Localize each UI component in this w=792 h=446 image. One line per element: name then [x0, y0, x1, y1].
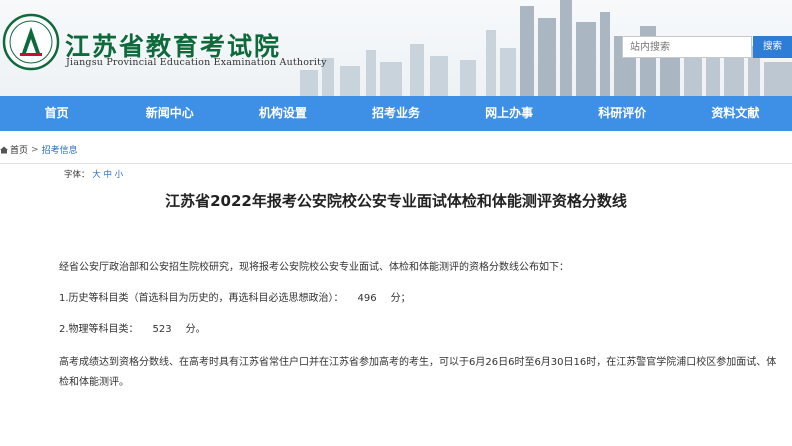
font-size-controls: 字体： 大 中 小 [64, 168, 123, 180]
home-icon [0, 146, 8, 153]
article-title: 江苏省2022年报考公安院校公安专业面试体检和体能测评资格分数线 [165, 192, 627, 210]
history-category-label: 1.历史等科目类（首选科目为历史的，再选科目必选思想政治）： [59, 293, 344, 304]
content-divider [0, 163, 792, 164]
article-intro: 经省公安厅政治部和公安招生院校研究，现将报考公安院校公安专业面试、体检和体能测评… [59, 262, 569, 273]
search-input[interactable] [622, 36, 752, 58]
authority-logo-icon [2, 13, 60, 71]
nav-item-admissions[interactable]: 招考业务 [339, 96, 452, 131]
physics-category-label: 2.物理等科目类： [59, 324, 139, 335]
history-score-unit: 分； [390, 293, 411, 304]
physics-score-unit: 分。 [185, 324, 206, 335]
nav-item-online-services[interactable]: 网上办事 [453, 96, 566, 131]
score-line-history: 1.历史等科目类（首选科目为历史的，再选科目必选思想政治）： 496 分； [59, 289, 411, 309]
main-nav: 首页 新闻中心 机构设置 招考业务 网上办事 科研评价 资料文献 [0, 96, 792, 131]
font-size-medium-link[interactable]: 中 [103, 170, 112, 180]
site-header: 江苏省教育考试院 Jiangsu Provincial Education Ex… [0, 0, 792, 96]
nav-item-organization[interactable]: 机构设置 [226, 96, 339, 131]
breadcrumb-home-link[interactable]: 首页 [10, 143, 28, 156]
breadcrumb: 首页 > 招考信息 [0, 143, 78, 156]
breadcrumb-separator: > [31, 144, 39, 155]
nav-item-documents[interactable]: 资料文献 [679, 96, 792, 131]
font-size-large-link[interactable]: 大 [92, 170, 101, 180]
nav-item-news[interactable]: 新闻中心 [113, 96, 226, 131]
history-score-value: 496 [357, 293, 377, 304]
site-subtitle: Jiangsu Provincial Education Examination… [66, 57, 327, 68]
font-size-label: 字体： [64, 170, 90, 180]
breadcrumb-current-link[interactable]: 招考信息 [42, 143, 78, 156]
physics-score-value: 523 [152, 324, 172, 335]
search-button[interactable]: 搜索 [753, 36, 792, 58]
nav-item-home[interactable]: 首页 [0, 96, 113, 131]
score-line-physics: 2.物理等科目类： 523 分。 [59, 320, 206, 340]
font-size-small-link[interactable]: 小 [115, 170, 124, 180]
article-closing: 高考成绩达到资格分数线、在高考时具有江苏省常住户口并在江苏省参加高考的考生，可以… [59, 357, 777, 388]
nav-item-research[interactable]: 科研评价 [566, 96, 679, 131]
